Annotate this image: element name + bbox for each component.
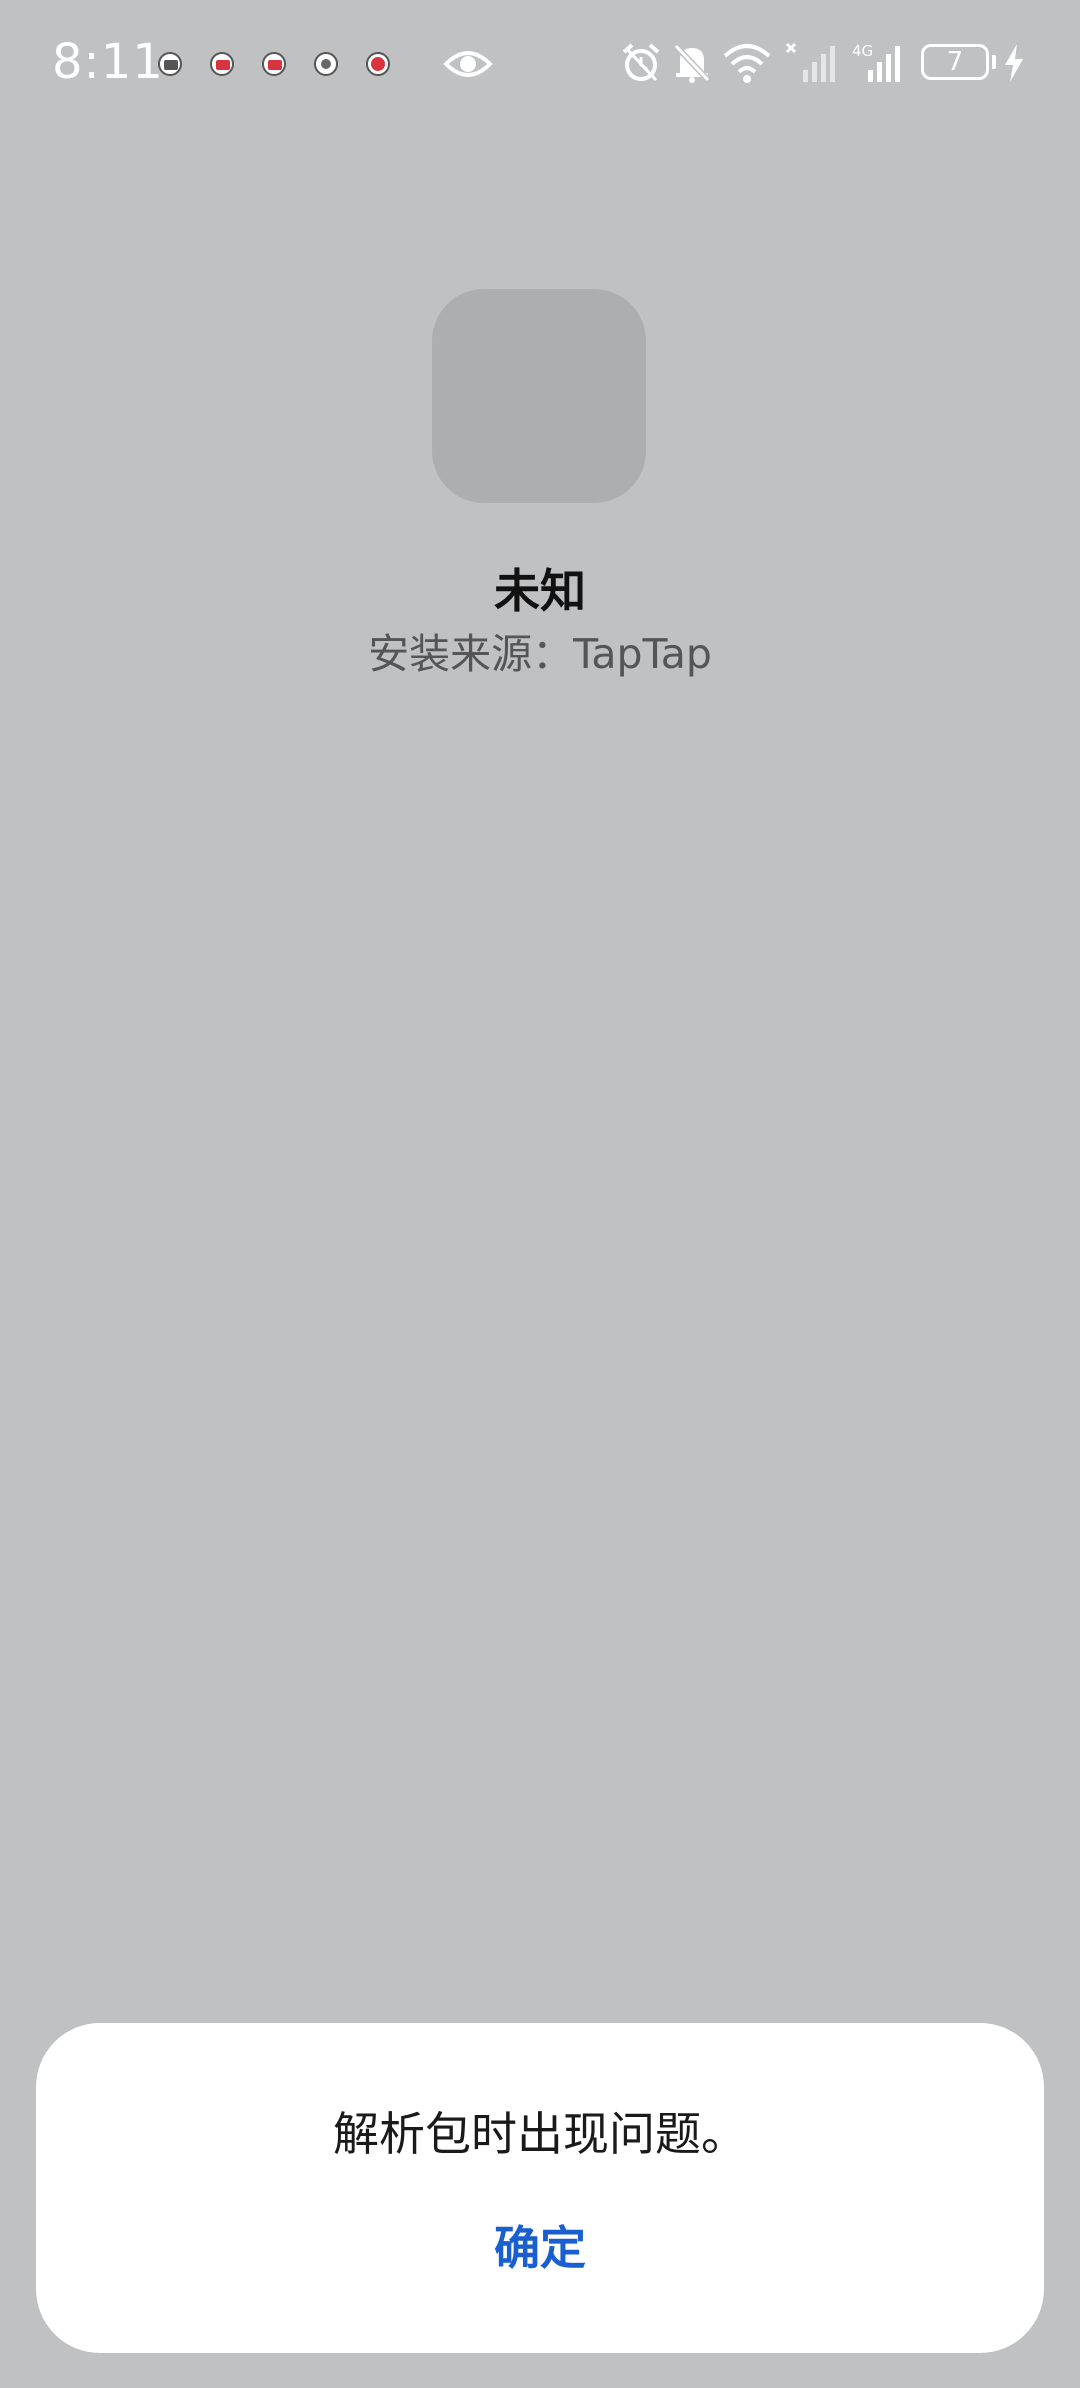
status-bar: 8:11 4G 7 xyxy=(0,0,1080,130)
signal-4g-icon: 4G xyxy=(852,42,900,82)
confirm-button[interactable]: 确定 xyxy=(440,2208,640,2288)
wifi-icon xyxy=(723,44,771,83)
target-app-icon xyxy=(314,52,338,76)
battery-level: 7 xyxy=(946,47,964,77)
battery-icon: 7 xyxy=(921,44,989,80)
signal-no-sim-icon xyxy=(785,42,835,82)
battery-cap xyxy=(992,55,996,69)
error-dialog: 解析包时出现问题。 确定 xyxy=(36,2023,1044,2353)
charging-bolt-icon xyxy=(1005,44,1023,82)
app-name: 未知 xyxy=(494,564,586,618)
eye-icon xyxy=(443,51,493,77)
status-time: 8:11 xyxy=(52,34,164,90)
video-app-icon xyxy=(210,52,234,76)
keyboard-app-icon xyxy=(158,52,182,76)
install-source: 安装来源：TapTap xyxy=(368,630,712,678)
app-icon xyxy=(432,289,646,503)
alarm-icon xyxy=(622,43,660,82)
network-label: 4G xyxy=(852,42,873,60)
dialog-message: 解析包时出现问题。 xyxy=(333,2107,747,2161)
video-app-icon-2 xyxy=(262,52,286,76)
bell-muted-icon xyxy=(673,43,711,83)
red-app-icon xyxy=(366,52,390,76)
